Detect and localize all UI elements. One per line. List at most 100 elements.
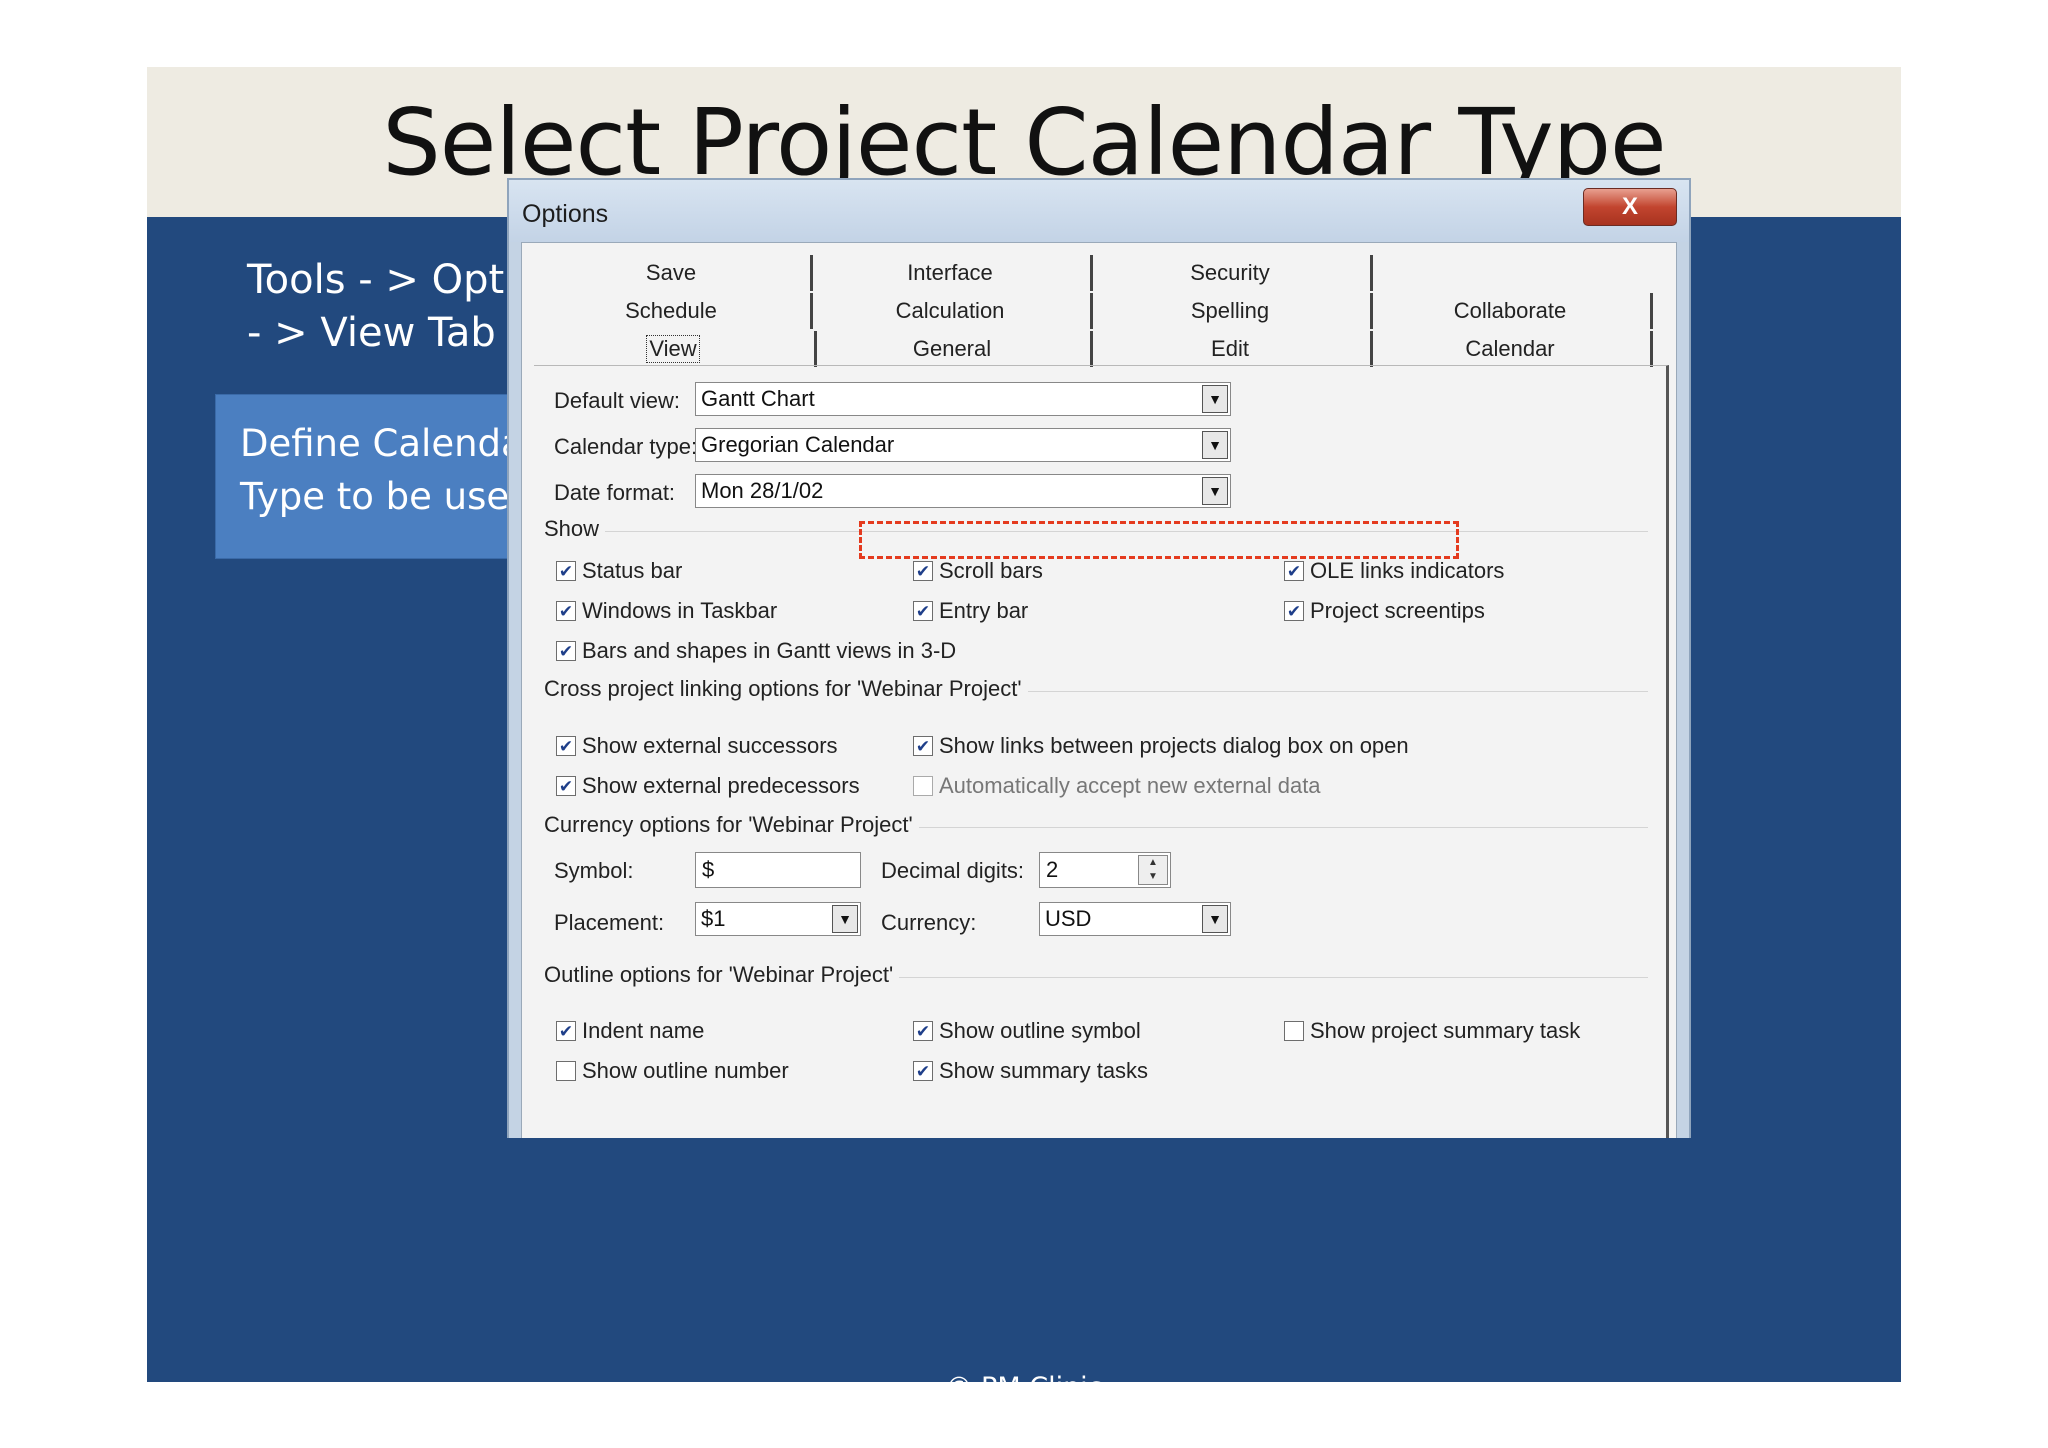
decimal-digits-label: Decimal digits: bbox=[881, 858, 1025, 883]
chevron-down-icon[interactable]: ▼ bbox=[1202, 431, 1228, 459]
symbol-input[interactable]: $ bbox=[695, 852, 861, 888]
checkbox-check-icon[interactable]: ✔ bbox=[556, 1021, 576, 1041]
checkbox-check-icon[interactable] bbox=[556, 1061, 576, 1081]
show-heading: Show bbox=[544, 516, 606, 542]
chevron-down-icon[interactable]: ▼ bbox=[1202, 385, 1228, 413]
tab-calculation[interactable]: Calculation bbox=[810, 293, 1093, 329]
chevron-down-icon[interactable]: ▼ bbox=[1202, 477, 1228, 505]
indent-name-checkbox[interactable]: ✔ Indent name bbox=[556, 1018, 704, 1044]
default-view-value: Gantt Chart bbox=[701, 386, 815, 411]
tab-label: Save bbox=[645, 260, 697, 285]
tab-label: Interface bbox=[907, 260, 993, 285]
tab-label: Edit bbox=[1211, 336, 1249, 361]
checkbox-label: Bars and shapes in Gantt views in 3-D bbox=[582, 638, 957, 663]
checkbox-check-icon[interactable]: ✔ bbox=[556, 561, 576, 581]
calendar-type-dropdown[interactable]: Gregorian Calendar ▼ bbox=[695, 428, 1231, 462]
currency-heading: Currency options for 'Webinar Project' bbox=[544, 812, 919, 838]
placement-value: $1 bbox=[701, 906, 726, 931]
close-icon: X bbox=[1621, 193, 1638, 220]
default-view-label: Default view: bbox=[554, 388, 680, 413]
tab-label: General bbox=[912, 336, 992, 361]
checkbox-check-icon[interactable] bbox=[1284, 1021, 1304, 1041]
date-format-value: Mon 28/1/02 bbox=[701, 478, 824, 503]
currency-value: USD bbox=[1045, 906, 1092, 931]
tab-view[interactable]: View bbox=[532, 331, 817, 367]
checkbox-check-icon[interactable]: ✔ bbox=[913, 736, 933, 756]
checkbox-check-icon[interactable]: ✔ bbox=[913, 1021, 933, 1041]
date-format-label: Date format: bbox=[554, 480, 676, 505]
footer-copyright: © PM Clinic bbox=[945, 1372, 1103, 1403]
checkbox-check-icon[interactable]: ✔ bbox=[556, 776, 576, 796]
checkbox-check-icon[interactable]: ✔ bbox=[1284, 561, 1304, 581]
tab-save[interactable]: Save bbox=[532, 255, 813, 291]
tab-spelling[interactable]: Spelling bbox=[1090, 293, 1373, 329]
show-external-successors-checkbox[interactable]: ✔ Show external successors bbox=[556, 733, 838, 759]
auto-accept-external-data-checkbox[interactable]: Automatically accept new external data bbox=[913, 773, 1321, 799]
dialog-client-area: Save Interface Security Schedule Calcula… bbox=[521, 242, 1677, 1138]
bars-and-shapes-3d-checkbox[interactable]: ✔ Bars and shapes in Gantt views in 3-D bbox=[556, 638, 956, 664]
tab-label: Schedule bbox=[625, 298, 717, 323]
checkbox-label: Indent name bbox=[582, 1018, 705, 1043]
options-dialog: Options X Save Interface Security Schedu… bbox=[507, 178, 1691, 1138]
project-screentips-checkbox[interactable]: ✔ Project screentips bbox=[1284, 598, 1485, 624]
callout-line-2: Type to be used bbox=[240, 475, 533, 518]
show-summary-tasks-checkbox[interactable]: ✔ Show summary tasks bbox=[913, 1058, 1148, 1084]
entry-bar-checkbox[interactable]: ✔ Entry bar bbox=[913, 598, 1028, 624]
show-links-dialog-checkbox[interactable]: ✔ Show links between projects dialog box … bbox=[913, 733, 1409, 759]
dialog-titlebar[interactable]: Options X bbox=[509, 180, 1689, 242]
checkbox-check-icon[interactable]: ✔ bbox=[913, 1061, 933, 1081]
checkbox-check-icon[interactable]: ✔ bbox=[1284, 601, 1304, 621]
outline-heading: Outline options for 'Webinar Project' bbox=[544, 962, 900, 988]
default-view-dropdown[interactable]: Gantt Chart ▼ bbox=[695, 382, 1231, 416]
checkbox-check-icon[interactable]: ✔ bbox=[556, 736, 576, 756]
show-external-predecessors-checkbox[interactable]: ✔ Show external predecessors bbox=[556, 773, 860, 799]
placement-dropdown[interactable]: $1 ▼ bbox=[695, 902, 861, 936]
tab-label: Collaborate bbox=[1453, 298, 1567, 323]
placement-label: Placement: bbox=[554, 910, 665, 935]
show-outline-number-checkbox[interactable]: Show outline number bbox=[556, 1058, 789, 1084]
tab-general[interactable]: General bbox=[814, 331, 1093, 367]
page-number: 27 bbox=[1909, 1372, 1944, 1403]
tab-label: View bbox=[646, 335, 700, 363]
callout-box: Define Calendar Type to be used bbox=[215, 394, 545, 559]
view-tab-panel: Default view: Gantt Chart ▼ Calendar typ… bbox=[534, 365, 1669, 1138]
close-button[interactable]: X bbox=[1583, 188, 1677, 226]
checkbox-check-icon[interactable] bbox=[913, 776, 933, 796]
currency-section-header: Currency options for 'Webinar Project' bbox=[544, 812, 1648, 842]
checkbox-label: Show links between projects dialog box o… bbox=[939, 733, 1409, 758]
checkbox-label: Show outline number bbox=[582, 1058, 789, 1083]
calendar-type-highlight bbox=[859, 521, 1459, 559]
tab-label: Calculation bbox=[895, 298, 1005, 323]
date-format-dropdown[interactable]: Mon 28/1/02 ▼ bbox=[695, 474, 1231, 508]
spinner-arrows-icon[interactable]: ▲ ▼ bbox=[1138, 855, 1168, 885]
tab-collaborate[interactable]: Collaborate bbox=[1370, 293, 1653, 329]
tab-interface[interactable]: Interface bbox=[810, 255, 1093, 291]
windows-in-taskbar-checkbox[interactable]: ✔ Windows in Taskbar bbox=[556, 598, 777, 624]
checkbox-check-icon[interactable]: ✔ bbox=[913, 601, 933, 621]
chevron-down-icon[interactable]: ▼ bbox=[832, 905, 858, 933]
chevron-down-icon[interactable]: ▼ bbox=[1202, 905, 1228, 933]
currency-label: Currency: bbox=[881, 910, 977, 935]
symbol-label: Symbol: bbox=[554, 858, 634, 883]
show-project-summary-task-checkbox[interactable]: Show project summary task bbox=[1284, 1018, 1580, 1044]
checkbox-check-icon[interactable]: ✔ bbox=[556, 601, 576, 621]
tab-security[interactable]: Security bbox=[1090, 255, 1373, 291]
checkbox-label: Entry bar bbox=[939, 598, 1029, 623]
checkbox-check-icon[interactable]: ✔ bbox=[556, 641, 576, 661]
checkbox-check-icon[interactable]: ✔ bbox=[913, 561, 933, 581]
scroll-bars-checkbox[interactable]: ✔ Scroll bars bbox=[913, 558, 1043, 584]
ole-links-indicators-checkbox[interactable]: ✔ OLE links indicators bbox=[1284, 558, 1504, 584]
show-outline-symbol-checkbox[interactable]: ✔ Show outline symbol bbox=[913, 1018, 1141, 1044]
checkbox-label: Project screentips bbox=[1310, 598, 1485, 623]
decimal-digits-spinner[interactable]: 2 ▲ ▼ bbox=[1039, 852, 1171, 888]
tab-label: Security bbox=[1190, 260, 1270, 285]
tab-strip: Save Interface Security Schedule Calcula… bbox=[532, 255, 1672, 367]
tab-edit[interactable]: Edit bbox=[1090, 331, 1373, 367]
currency-dropdown[interactable]: USD ▼ bbox=[1039, 902, 1231, 936]
tab-calendar[interactable]: Calendar bbox=[1370, 331, 1653, 367]
checkbox-label: Status bar bbox=[582, 558, 683, 583]
checkbox-label: Windows in Taskbar bbox=[582, 598, 778, 623]
status-bar-checkbox[interactable]: ✔ Status bar bbox=[556, 558, 682, 584]
tab-label: Calendar bbox=[1465, 336, 1555, 361]
tab-schedule[interactable]: Schedule bbox=[532, 293, 813, 329]
